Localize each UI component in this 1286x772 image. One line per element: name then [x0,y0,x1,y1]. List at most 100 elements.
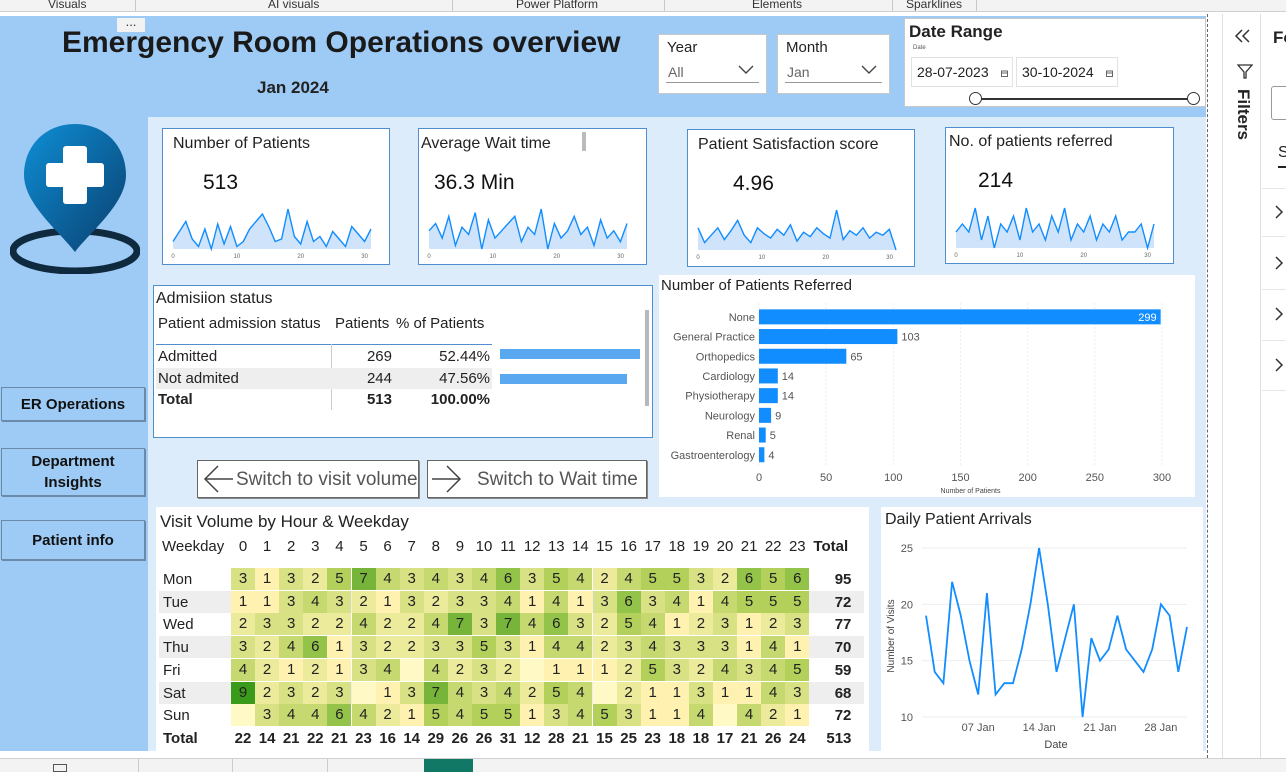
table-row[interactable]: Not admited 244 47.56% [156,368,492,389]
chevron-right-icon[interactable] [1274,306,1284,322]
calendar-icon[interactable] [1001,70,1008,77]
sparkline-tick-label: 20 [553,254,560,260]
column-header-status[interactable]: Patient admission status [158,315,321,332]
heatmap-cell: 5 [761,568,786,590]
arrow-left-icon [203,465,233,493]
heatmap-cell: 1 [255,590,280,613]
heatmap-column-total: 23 [355,729,372,747]
pane-search-box[interactable] [1271,86,1286,120]
filters-pane-label[interactable]: Filters [1233,89,1253,149]
kpi-card-satisfaction[interactable]: Patient Satisfaction score 4.96 0 10 20 30 [687,129,915,267]
scroll-indicator [582,132,586,151]
heatmap-cell: 4 [544,590,569,613]
table-scrollbar[interactable] [645,310,649,406]
heatmap-column-total: 26 [475,729,493,747]
daily-arrivals-line-chart[interactable]: 10 15 20 25 07 Jan 14 Jan 21 Jan 28 Jan Date Numb… [881,531,1203,751]
switch-to-wait-time-button[interactable]: Switch to Wait time [427,460,647,498]
daily-arrivals-line-chart-panel[interactable]: Daily Patient Arrivals 10 15 20 25 07 Jan 14 … [881,507,1203,752]
column-header-patients[interactable]: Patients [335,315,389,332]
tab-separator [232,759,233,772]
start-date-input[interactable]: 28-07-2023 [911,57,1013,87]
heatmap-cell: 6 [785,568,810,590]
bar [759,407,772,423]
table-row[interactable]: Admitted 269 52.44% [156,346,492,367]
pane-divider [1262,236,1286,237]
heatmap-column-total: 18 [668,729,686,747]
y-tick-label: 25 [901,543,913,555]
heatmap-column-label: 22 [764,538,782,555]
heatmap-cell: 1 [592,658,617,681]
kpi-title: Patient Satisfaction score [698,136,879,153]
year-dropdown[interactable]: All [666,61,759,83]
heatmap-cell: 3 [785,613,810,636]
visit-volume-heatmap[interactable]: Weekday 0 1 2 3 4 5 6 7 8 9 10 11 12 13 14 15 16 17 18 19 20 2… [156,507,869,752]
referred-bar-chart-panel[interactable]: Number of Patients Referred 0 50 100 150 200… [659,275,1195,497]
ribbon-tab-elements[interactable]: Elements [752,0,802,11]
date-range-start-handle[interactable] [969,92,982,105]
heatmap-cell: 2 [761,613,786,636]
heatmap-cell: 1 [737,681,762,704]
heatmap-cell: 5 [496,704,521,727]
heatmap-column-total: 29 [427,729,445,747]
department-insights-label-line2: Insights [44,474,102,491]
bar [759,368,778,384]
heatmap-column-label: 0 [238,538,248,555]
heatmap-column-label: 2 [287,538,296,555]
heatmap-cell: 4 [423,568,448,590]
month-slicer[interactable]: Month Jan [777,34,890,94]
kpi-card-patients[interactable]: Number of Patients 513 0 10 20 30 [162,128,390,265]
category-label: Neurology [705,410,756,422]
collapse-pane-icon[interactable] [1233,28,1253,44]
month-dropdown[interactable]: Jan [785,61,882,83]
heatmap-cell: 3 [472,658,496,681]
patient-info-button[interactable]: Patient info [1,520,145,560]
heatmap-cell: 4 [616,568,641,590]
pane-tab[interactable]: S [1278,144,1286,162]
heatmap-row-label: Sat [163,684,186,702]
heatmap-row-total: 70 [834,639,852,657]
switch-to-visit-volume-button[interactable]: Switch to visit volume [197,460,419,498]
heatmap-row-total: 59 [834,661,852,679]
heatmap-cell: 2 [616,658,641,681]
active-page-tab[interactable] [424,759,473,772]
sparkline-tick-label: 10 [759,255,766,261]
ribbon-tab-ai-visuals[interactable]: AI visuals [268,0,319,11]
heatmap-column-total: 28 [547,729,565,747]
year-slicer[interactable]: Year All [658,34,767,94]
ribbon-tab-visuals[interactable]: Visuals [48,0,86,11]
kpi-card-wait-time[interactable]: Average Wait time 36.3 Min 0 10 20 30 [418,128,647,265]
filter-icon [1237,64,1253,79]
heatmap-cell [231,704,255,727]
page-icon[interactable] [53,764,67,772]
sparkline-tick-label: 30 [617,254,624,260]
ribbon-tab-sparklines[interactable]: Sparklines [906,0,962,11]
calendar-icon[interactable] [1106,70,1113,77]
ribbon-tab-power-platform[interactable]: Power Platform [516,0,598,11]
x-axis-title: Number of Patients [941,488,1001,495]
er-operations-button[interactable]: ER Operations [1,387,145,421]
chevron-right-icon[interactable] [1274,357,1284,373]
kpi-card-referred[interactable]: No. of patients referred 214 0 10 20 30 [945,127,1174,264]
more-options-icon[interactable]: ... [117,15,145,32]
date-range-track[interactable] [976,98,1194,100]
heatmap-cell: 4 [351,613,376,636]
heatmap-cell: 2 [255,658,280,681]
date-range-slicer[interactable]: Date Range Date 28-07-2023 30-10-2024 [904,18,1206,107]
admission-status-table[interactable]: Admisiion status Patient admission statu… [153,285,653,438]
heatmap-cell: 1 [713,681,737,704]
heatmap-cell: 4 [568,636,593,659]
x-tick-label: 50 [820,472,832,484]
chevron-right-icon[interactable] [1274,204,1284,220]
visit-volume-heatmap-panel[interactable]: Visit Volume by Hour & Weekday Weekday 0 1… [156,507,869,752]
end-date-input[interactable]: 30-10-2024 [1016,57,1118,87]
referred-bar-chart[interactable]: 0 50 100 150 200 250 300 None 299 General Practic… [659,299,1195,495]
heatmap-cell: 4 [568,704,593,727]
heatmap-cell: 4 [303,590,328,613]
ribbon-separator [976,0,977,11]
column-header-pct[interactable]: % of Patients [396,315,484,332]
date-range-end-handle[interactable] [1187,92,1200,105]
heatmap-cell: 2 [375,704,400,727]
chevron-right-icon[interactable] [1274,255,1284,271]
heatmap-cell: 4 [713,590,737,613]
department-insights-button[interactable]: Department Insights [1,448,145,496]
